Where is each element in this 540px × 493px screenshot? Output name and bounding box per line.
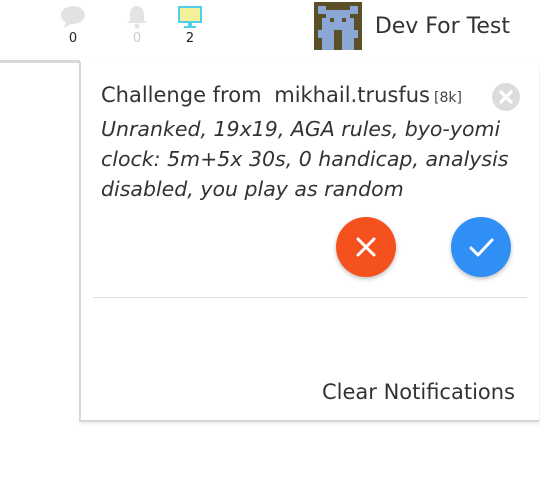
chat-count: 0 <box>68 31 78 46</box>
notification-counter[interactable]: 0 <box>117 4 157 46</box>
clear-notifications-button[interactable]: Clear Notifications <box>322 380 515 404</box>
checkmark-icon <box>469 238 494 257</box>
active-games-count: 2 <box>185 31 195 46</box>
x-icon <box>356 237 376 257</box>
panel-divider <box>93 297 527 298</box>
notifications-panel: Challenge from mikhail.trusfus [8k] Unran… <box>79 62 539 422</box>
decline-challenge-button[interactable] <box>336 217 396 277</box>
top-bar: 0 0 2 Dev For Test <box>0 0 540 58</box>
notification-title: Challenge from mikhail.trusfus [8k] <box>101 82 521 111</box>
user-menu[interactable]: Dev For Test <box>313 2 510 50</box>
notification-count: 0 <box>132 31 142 46</box>
bell-icon <box>127 6 147 29</box>
content-divider <box>0 60 80 63</box>
username: Dev For Test <box>374 13 510 39</box>
active-games-counter[interactable]: 2 <box>170 4 210 46</box>
title-prefix: Challenge from <box>101 83 262 107</box>
challenge-details: Unranked, 19x19, AGA rules, byo-yomi clo… <box>101 117 509 201</box>
challenger-name[interactable]: mikhail.trusfus <box>274 83 430 107</box>
dismiss-notification-button[interactable] <box>492 83 520 111</box>
page: 0 0 2 Dev For Test Challenge from mikhai… <box>0 0 540 493</box>
accept-challenge-button[interactable] <box>451 217 511 277</box>
close-icon <box>499 90 513 104</box>
avatar <box>313 2 362 50</box>
challenger-rank: [8k] <box>433 90 462 106</box>
chat-bubble-icon <box>61 6 85 28</box>
chat-counter[interactable]: 0 <box>53 4 93 46</box>
challenge-notification[interactable]: Challenge from mikhail.trusfus [8k] Unran… <box>101 82 521 204</box>
monitor-icon <box>178 6 202 28</box>
